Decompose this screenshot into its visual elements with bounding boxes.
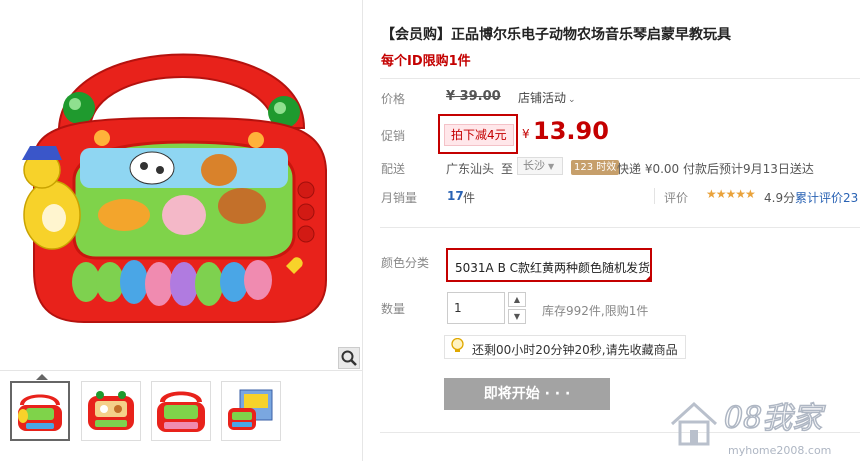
magnifier-icon (341, 350, 357, 366)
promo-price: 13.90 (533, 117, 609, 145)
caret-down-icon: ▼ (548, 162, 555, 171)
title-divider (380, 78, 860, 79)
svg-text:08我家: 08我家 (724, 401, 826, 436)
info-divider (380, 227, 860, 228)
quantity-input[interactable]: 1 (447, 292, 505, 324)
price-label: 价格 (381, 92, 406, 106)
caret-up-icon: ▲ (513, 295, 521, 304)
destination-value: 长沙 (523, 159, 545, 172)
svg-text:myhome2008.com: myhome2008.com (728, 444, 831, 457)
zoom-button[interactable] (338, 347, 360, 369)
coming-soon-button[interactable]: 即将开始 · · · (444, 378, 610, 410)
color-option-text: 5031A B C款红黄两种颜色随机发货 (455, 261, 650, 275)
store-activity-dropdown[interactable]: 店铺活动 ⌄ (518, 89, 576, 106)
selected-corner-icon (645, 275, 651, 281)
delivery-time-badge: 123 时效 (571, 160, 620, 175)
site-watermark-logo: 08我家 myhome2008.com (668, 384, 860, 461)
color-category-label: 颜色分类 (381, 256, 430, 270)
shipping-label: 配送 (381, 162, 406, 176)
main-product-image[interactable] (4, 10, 360, 368)
monthly-sales-unit: 件 (463, 191, 476, 205)
review-label: 评价 (664, 191, 689, 205)
thumbnail-3[interactable] (151, 381, 211, 441)
destination-select[interactable]: 长沙 ▼ (517, 157, 563, 175)
ship-from-location: 广东汕头 (446, 162, 495, 176)
stock-info: 库存992件,限购1件 (542, 304, 649, 318)
caret-down-icon: ▼ (513, 312, 521, 321)
rating-stars: ★★★★★ (706, 187, 756, 201)
rating-score: 4.9分 (764, 191, 796, 205)
promo-tag: 拍下减4元 (444, 124, 514, 146)
stats-divider (654, 188, 655, 204)
quantity-label: 数量 (381, 302, 406, 316)
purchase-limit-note: 每个ID限购1件 (381, 54, 471, 69)
store-activity-label: 店铺活动 (518, 91, 567, 105)
chevron-down-icon: ⌄ (568, 95, 576, 105)
monthly-sales-label: 月销量 (381, 191, 418, 205)
currency-symbol: ¥ (522, 127, 530, 141)
shipping-info: 快递 ¥0.00 付款后预计9月13日送达 (617, 162, 814, 176)
monthly-sales-count: 17 (447, 189, 464, 203)
thumbnail-divider (0, 370, 362, 371)
product-title: 【会员购】正品博尔乐电子动物农场音乐琴启蒙早教玩具 (381, 27, 731, 43)
thumbnail-4[interactable] (221, 381, 281, 441)
active-thumbnail-arrow (36, 374, 48, 380)
quantity-increase-button[interactable]: ▲ (508, 292, 526, 307)
promo-label: 促销 (381, 129, 406, 143)
review-count-link[interactable]: 累计评价23 (795, 189, 858, 206)
countdown-text: 还剩00小时20分钟20秒,请先收藏商品 (472, 343, 678, 357)
thumbnail-2[interactable] (81, 381, 141, 441)
original-price: ¥ 39.00 (446, 89, 501, 104)
thumbnail-1[interactable] (10, 381, 70, 441)
quantity-decrease-button[interactable]: ▼ (508, 309, 526, 324)
lightbulb-icon (450, 337, 465, 354)
ship-to-label: 至 (501, 162, 514, 176)
